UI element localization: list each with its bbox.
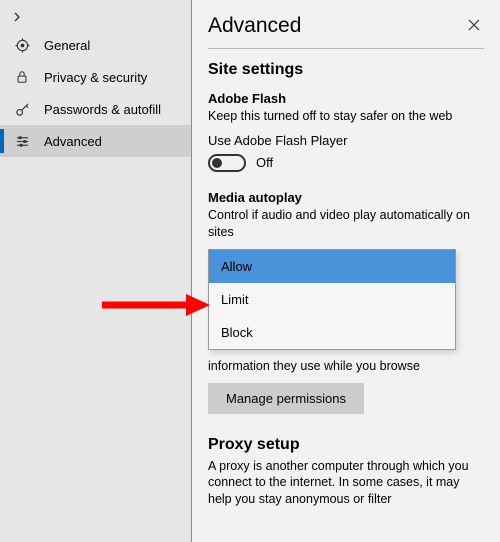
sidebar-item-label: Privacy & security (44, 70, 147, 85)
autoplay-dropdown[interactable]: Allow Limit Block (208, 249, 484, 350)
manage-permissions-button[interactable]: Manage permissions (208, 383, 364, 414)
section-proxy: Proxy setup (208, 436, 484, 454)
toggle-state-label: Off (256, 155, 273, 170)
sidebar-item-label: General (44, 38, 90, 53)
autoplay-desc: Control if audio and video play automati… (208, 207, 484, 241)
flash-desc: Keep this turned off to stay safer on th… (208, 108, 484, 125)
toggle-knob (212, 158, 222, 168)
key-icon (14, 101, 30, 117)
partial-text: information they use while you browse (208, 358, 484, 375)
sidebar-item-passwords[interactable]: Passwords & autofill (0, 93, 191, 125)
autoplay-title: Media autoplay (208, 190, 484, 205)
settings-sidebar: General Privacy & security Passwords & a… (0, 0, 192, 542)
dropdown-option-allow[interactable]: Allow (209, 250, 455, 283)
sidebar-item-general[interactable]: General (0, 29, 191, 61)
dropdown-option-block[interactable]: Block (209, 316, 455, 349)
settings-main-panel: Advanced Site settings Adobe Flash Keep … (192, 0, 500, 542)
sliders-icon (14, 133, 30, 149)
flash-title: Adobe Flash (208, 91, 484, 106)
close-icon[interactable] (464, 16, 484, 37)
sidebar-item-label: Advanced (44, 134, 102, 149)
dropdown-list: Allow Limit Block (208, 249, 456, 350)
page-title: Advanced (208, 14, 301, 38)
sidebar-item-privacy[interactable]: Privacy & security (0, 61, 191, 93)
dropdown-option-limit[interactable]: Limit (209, 283, 455, 316)
sidebar-item-label: Passwords & autofill (44, 102, 161, 117)
flash-use-label: Use Adobe Flash Player (208, 133, 484, 148)
lock-icon (14, 69, 30, 85)
sidebar-item-advanced[interactable]: Advanced (0, 125, 191, 157)
back-chevron-icon[interactable] (0, 6, 191, 29)
flash-toggle[interactable] (208, 154, 246, 172)
gear-icon (14, 37, 30, 53)
section-site-settings: Site settings (208, 61, 484, 79)
proxy-desc: A proxy is another computer through whic… (208, 458, 484, 509)
